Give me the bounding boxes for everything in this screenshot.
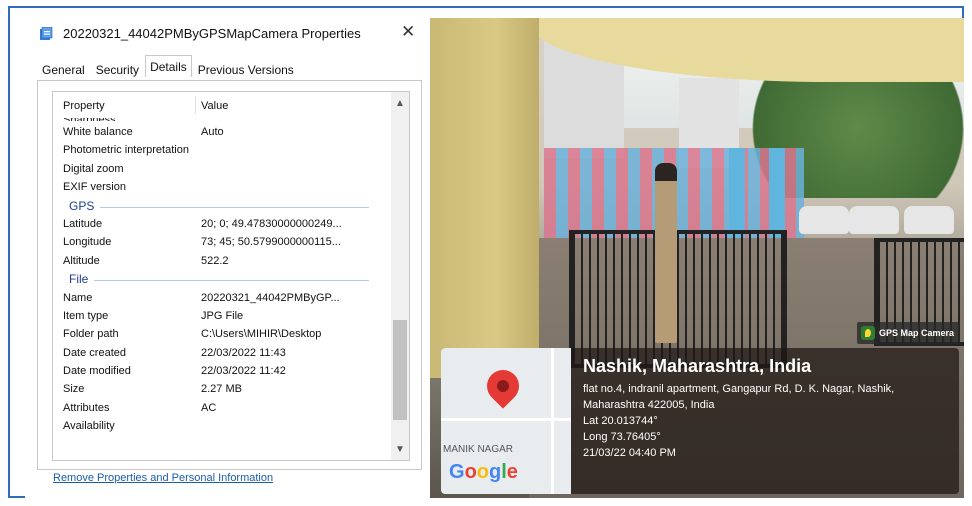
property-value: AC [201, 401, 217, 414]
property-value: 22/03/2022 11:43 [201, 346, 286, 359]
google-letter: o [464, 461, 477, 483]
property-row[interactable]: Attributes AC [53, 399, 390, 417]
tab-previous-versions[interactable]: Previous Versions [193, 58, 299, 80]
close-icon[interactable]: ✕ [401, 22, 415, 42]
column-property[interactable]: Property [63, 100, 105, 112]
pillar [429, 18, 539, 378]
property-row[interactable]: Name 20220321_44042PMByGP... [53, 289, 390, 307]
property-name: Folder path [63, 328, 119, 341]
property-name: Latitude [63, 217, 103, 230]
guard-figure [655, 163, 677, 343]
property-name: Attributes [63, 401, 110, 414]
map-pin-icon [480, 363, 526, 409]
property-row[interactable]: Digital zoom [53, 160, 390, 178]
google-logo: Google [449, 461, 518, 484]
property-row[interactable]: Latitude 20; 0; 49.47830000000249... [53, 215, 390, 233]
property-row[interactable]: Photometric interpretation [53, 141, 390, 159]
scrollbar-thumb[interactable] [393, 320, 407, 420]
property-value: 2.27 MB [201, 383, 242, 396]
property-value: 22/03/2022 11:42 [201, 365, 286, 378]
badge-label: GPS Map Camera [879, 328, 955, 338]
address-line: flat no.4, indranil apartment, Gangapur … [583, 383, 895, 395]
property-list[interactable]: Sharpness White balance Auto Photometric i… [52, 91, 410, 461]
tab-security[interactable]: Security [91, 58, 144, 80]
car [849, 206, 899, 234]
property-name: Date modified [63, 365, 131, 378]
details-panel: Sharpness White balance Auto Photometric i… [37, 80, 422, 470]
location-text: Nashik, Maharashtra, India flat no.4, in… [583, 356, 894, 463]
property-name: Item type [63, 309, 109, 322]
location-overlay: MANIK NAGAR Google Nashik, Maharashtra, … [441, 348, 959, 494]
car [799, 206, 849, 234]
property-value: JPG File [201, 309, 244, 322]
city-name: Nashik, Maharashtra, India [583, 356, 812, 376]
google-letter: e [506, 461, 518, 483]
property-row[interactable]: Item type JPG File [53, 307, 390, 325]
property-row[interactable]: Date modified 22/03/2022 11:42 [53, 362, 390, 380]
remove-properties-link[interactable]: Remove Properties and Personal Informati… [53, 472, 273, 484]
column-header: Property Value [53, 92, 390, 118]
tab-general[interactable]: General [37, 58, 90, 80]
datetime-text: 21/03/22 04:40 PM [583, 447, 676, 459]
property-row[interactable]: Size 2.27 MB [53, 380, 390, 398]
property-name: Date created [63, 346, 126, 359]
property-rows: White balance Auto Photometric interpretat… [53, 123, 390, 436]
group-header[interactable]: GPS [53, 197, 390, 215]
property-value: 73; 45; 50.5799000000115... [201, 236, 341, 249]
map-road [551, 348, 554, 494]
tab-details[interactable]: Details [145, 55, 192, 77]
property-name: Longitude [63, 236, 112, 249]
chevron-up-icon[interactable]: ▲ [395, 98, 405, 109]
chevron-down-icon[interactable]: ▼ [395, 444, 405, 455]
properties-dialog: 20220321_44042PMByGPSMapCamera Propertie… [25, 14, 430, 498]
longitude-text: Long 73.76405° [583, 431, 661, 443]
property-name: EXIF version [63, 181, 126, 194]
group-label: File [69, 272, 89, 287]
google-letter: G [449, 461, 465, 483]
property-row[interactable]: Availability [53, 417, 390, 435]
google-letter: g [489, 461, 502, 483]
property-value: Auto [201, 126, 224, 138]
property-row[interactable]: Altitude 522.2 [53, 252, 390, 270]
gps-map-camera-icon [861, 326, 875, 340]
address-line: Maharashtra 422005, India [583, 399, 715, 411]
map-place-label: MANIK NAGAR [443, 444, 514, 455]
dialog-title: 20220321_44042PMByGPSMapCamera Propertie… [63, 26, 361, 41]
column-value[interactable]: Value [201, 100, 228, 112]
property-name: Photometric interpretation [63, 144, 189, 157]
property-name: Altitude [63, 254, 100, 267]
group-header[interactable]: File [53, 270, 390, 288]
property-row[interactable]: Longitude 73; 45; 50.5799000000115... [53, 233, 390, 251]
car [904, 206, 954, 234]
group-divider [100, 206, 369, 208]
latitude-text: Lat 20.013744° [583, 415, 658, 427]
property-row[interactable]: White balance Auto [53, 123, 390, 141]
property-name: Size [63, 383, 85, 396]
group-divider [94, 280, 369, 282]
property-row[interactable]: EXIF version [53, 178, 390, 196]
tab-strip: General Security Details Previous Versio… [37, 55, 300, 80]
property-name: Digital zoom [63, 162, 124, 175]
property-name: Availability [63, 420, 115, 433]
property-value: 522.2 [201, 254, 229, 267]
column-separator[interactable] [195, 96, 196, 114]
property-value: C:\Users\MIHIR\Desktop [201, 328, 322, 341]
vertical-scrollbar[interactable]: ▲ ▼ [391, 92, 409, 460]
file-properties-icon [40, 27, 53, 40]
property-value: 20220321_44042PMByGP... [201, 291, 340, 304]
title-bar[interactable]: 20220321_44042PMByGPSMapCamera Propertie… [25, 14, 430, 54]
gps-map-camera-badge: GPS Map Camera [857, 322, 961, 344]
property-row[interactable]: Date created 22/03/2022 11:43 [53, 344, 390, 362]
property-name: White balance [63, 126, 133, 138]
google-letter: o [476, 461, 489, 483]
photo-preview: GPS Map Camera MANIK NAGAR Google Nashik… [429, 18, 964, 498]
property-name: Name [63, 291, 93, 304]
map-thumbnail: MANIK NAGAR Google [441, 348, 571, 494]
property-row[interactable]: Folder path C:\Users\MIHIR\Desktop [53, 325, 390, 343]
group-label: GPS [69, 198, 95, 213]
property-value: 20; 0; 49.47830000000249... [201, 217, 342, 230]
